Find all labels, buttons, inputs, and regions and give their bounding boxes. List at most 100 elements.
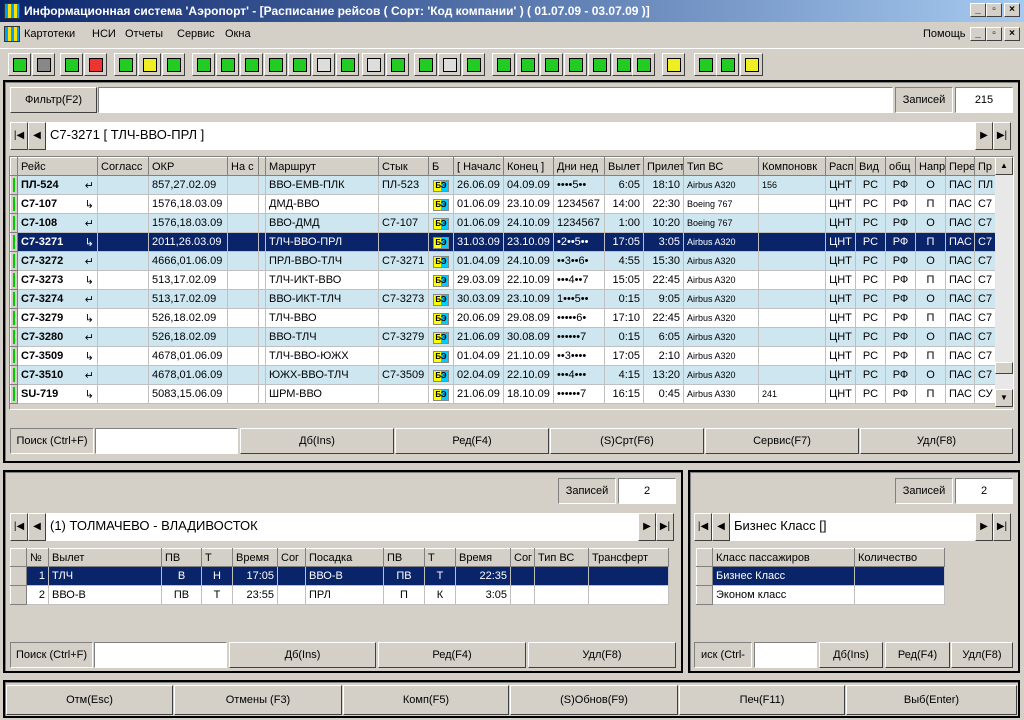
column-header[interactable]: Стык: [378, 157, 429, 176]
column-header[interactable]: Компоновк: [758, 157, 826, 176]
money-button[interactable]: [516, 53, 539, 76]
column-header[interactable]: Вылет: [48, 548, 162, 567]
column-header[interactable]: Маршрут: [265, 157, 379, 176]
legs-prev-button[interactable]: ◀: [28, 513, 46, 541]
child-close-button[interactable]: ×: [1004, 27, 1020, 41]
search-input[interactable]: [95, 428, 238, 454]
leg-row[interactable]: 1 ТЛЧ В Н 17:05 ВВО-В ПВ Т 22:35: [10, 566, 669, 586]
button-f4[interactable]: Ред(F4): [395, 428, 549, 454]
column-header[interactable]: Вылет: [604, 157, 644, 176]
column-header[interactable]: Рейс: [17, 157, 98, 176]
classes-search-input[interactable]: [754, 642, 817, 668]
flight-row[interactable]: С7-3510 ↵ 4678,01.06.09 ЮЖХ-ВВО-ТЛЧ С7-3509 Б…: [10, 365, 996, 385]
row-indicator[interactable]: [10, 251, 18, 271]
next-record-button[interactable]: ▶: [975, 122, 993, 150]
column-header[interactable]: На с: [227, 157, 259, 176]
column-header[interactable]: Прилет: [643, 157, 684, 176]
flight-row[interactable]: С7-3274 ↵ 513,17.02.09 ВВО-ИКТ-ТЛЧ С7-3273 БЭ…: [10, 289, 996, 309]
row-indicator[interactable]: [10, 213, 18, 233]
table-button[interactable]: [114, 53, 137, 76]
row-indicator[interactable]: [10, 365, 18, 385]
form-button[interactable]: [138, 53, 161, 76]
flight-row[interactable]: С7-107 ↳ 1576,18.03.09 ДМД-ВВО БЭ 01.06.09 23.…: [10, 194, 996, 214]
board-button[interactable]: [312, 53, 335, 76]
calculator-button[interactable]: [386, 53, 409, 76]
row-indicator[interactable]: [10, 175, 18, 195]
menu-kartoteki[interactable]: Картотеки: [24, 22, 75, 46]
row-indicator[interactable]: [10, 308, 18, 328]
list-button[interactable]: [438, 53, 461, 76]
spo-button[interactable]: [8, 53, 31, 76]
airport-button[interactable]: [240, 53, 263, 76]
flight-row[interactable]: С7-3271 ↳ 2011,26.03.09 ТЛЧ-ВВО-ПРЛ БЭ 31.03.…: [10, 232, 996, 252]
scroll-thumb[interactable]: [995, 362, 1013, 374]
flight-row[interactable]: С7-3273 ↳ 513,17.02.09 ТЛЧ-ИКТ-ВВО БЭ 29.03.0…: [10, 270, 996, 290]
first-record-button[interactable]: |◀: [10, 122, 28, 150]
classes-first-button[interactable]: |◀: [694, 513, 712, 541]
window-button[interactable]: [336, 53, 359, 76]
document-button[interactable]: [694, 53, 717, 76]
calendar-button[interactable]: [632, 53, 655, 76]
column-header[interactable]: [258, 157, 266, 176]
city-button[interactable]: [216, 53, 239, 76]
row-indicator[interactable]: [10, 384, 18, 404]
column-header[interactable]: Пр: [974, 157, 996, 176]
transfer-button[interactable]: [540, 53, 563, 76]
column-header[interactable]: Конец ]: [503, 157, 554, 176]
column-header[interactable]: Посадка: [305, 548, 384, 567]
exchange-button[interactable]: [162, 53, 185, 76]
button-enter[interactable]: Выб(Enter): [846, 685, 1017, 715]
column-header[interactable]: Т: [424, 548, 456, 567]
classes-next-button[interactable]: ▶: [975, 513, 993, 541]
button-f4[interactable]: Ред(F4): [378, 642, 526, 668]
flight-row[interactable]: ПЛ-524 ↵ 857,27.02.09 ВВО-ЕМВ-ПЛК ПЛ-523 БЭ 26…: [10, 175, 996, 195]
button-f11[interactable]: Печ(F11): [679, 685, 845, 715]
button-sf9[interactable]: (S)Обнов(F9): [510, 685, 678, 715]
button-f8[interactable]: Удл(F8): [528, 642, 676, 668]
button-f7[interactable]: Сервис(F7): [705, 428, 859, 454]
button-sf6[interactable]: (S)Срт(F6): [550, 428, 704, 454]
filter-input[interactable]: [98, 87, 893, 113]
button-f4[interactable]: Ред(F4): [885, 642, 950, 668]
filter-button[interactable]: Фильтр(F2): [10, 87, 97, 113]
column-header[interactable]: Время: [232, 548, 278, 567]
minimize-button[interactable]: _: [970, 3, 986, 17]
button-ins[interactable]: Дб(Ins): [229, 642, 376, 668]
button-ins[interactable]: Дб(Ins): [240, 428, 394, 454]
save-button[interactable]: [564, 53, 587, 76]
copy-button[interactable]: [492, 53, 515, 76]
flight-row[interactable]: С7-3279 ↳ 526,18.02.09 ТЛЧ-ВВО БЭ 20.06.09 29.…: [10, 308, 996, 328]
legs-first-button[interactable]: |◀: [10, 513, 28, 541]
column-header[interactable]: Тип ВС: [534, 548, 589, 567]
button-ins[interactable]: Дб(Ins): [819, 642, 883, 668]
button-f5[interactable]: Комп(F5): [343, 685, 509, 715]
traffic-light-button[interactable]: [32, 53, 55, 76]
column-header[interactable]: Б: [428, 157, 454, 176]
column-header[interactable]: Трансферт: [588, 548, 669, 567]
row-indicator[interactable]: [696, 566, 713, 586]
menu-reports[interactable]: Отчеты: [125, 22, 163, 46]
column-header[interactable]: Сог: [510, 548, 535, 567]
column-header[interactable]: Напр: [915, 157, 946, 176]
mail-check-button[interactable]: [740, 53, 763, 76]
menu-windows[interactable]: Окна: [225, 22, 251, 46]
column-header[interactable]: №: [26, 548, 49, 567]
row-indicator[interactable]: [10, 270, 18, 290]
column-header[interactable]: Т: [201, 548, 233, 567]
column-header[interactable]: общ: [885, 157, 916, 176]
child-maximize-button[interactable]: ▫: [986, 27, 1002, 41]
legs-next-button[interactable]: ▶: [638, 513, 656, 541]
row-indicator[interactable]: [10, 232, 18, 252]
map-button[interactable]: [288, 53, 311, 76]
flight-row[interactable]: SU-719 ↳ 5083,15.06.09 ШРМ-ВВО БЭ 21.06.09 18.…: [10, 384, 996, 404]
close-button[interactable]: ×: [1004, 3, 1020, 17]
column-header[interactable]: ПВ: [383, 548, 425, 567]
prev-record-button[interactable]: ◀: [28, 122, 46, 150]
column-header[interactable]: Количество: [854, 548, 945, 567]
refresh-button[interactable]: [588, 53, 611, 76]
globe-button[interactable]: [192, 53, 215, 76]
classes-last-button[interactable]: ▶|: [993, 513, 1011, 541]
maximize-button[interactable]: ▫: [986, 3, 1002, 17]
column-header[interactable]: Класс пассажиров: [712, 548, 855, 567]
menu-nsi[interactable]: НСИ: [92, 22, 116, 46]
